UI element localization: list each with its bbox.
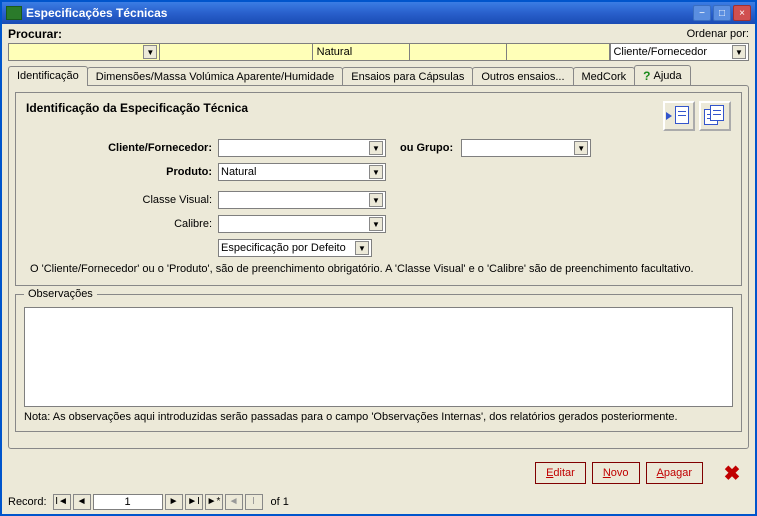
record-label: Record: xyxy=(8,496,47,508)
tab-dimensoes[interactable]: Dimensões/Massa Volúmica Aparente/Humida… xyxy=(87,67,343,86)
search-label: Procurar: xyxy=(8,27,62,41)
chevron-down-icon: ▼ xyxy=(355,241,369,255)
observacoes-fieldset: Observações Nota: As observações aqui in… xyxy=(15,294,742,432)
record-number[interactable]: 1 xyxy=(93,494,163,510)
tab-ajuda-label: Ajuda xyxy=(653,70,681,82)
help-icon: ? xyxy=(643,69,650,83)
tab-ensaios-capsulas[interactable]: Ensaios para Cápsulas xyxy=(342,67,473,86)
order-label: Ordenar por: xyxy=(687,28,749,40)
ident-hint: O 'Cliente/Fornecedor' ou o 'Produto', s… xyxy=(26,263,731,275)
defeito-value: Especificação por Defeito xyxy=(221,242,346,254)
obs-legend: Observações xyxy=(24,288,97,300)
chevron-down-icon: ▼ xyxy=(732,45,746,59)
search-field-1[interactable] xyxy=(160,43,312,61)
record-navigator: Record: I◄ ◄ 1 ► ►I ►* ◄ I of 1 xyxy=(2,492,755,514)
nav-first-button[interactable]: I◄ xyxy=(53,494,71,510)
calibre-label: Calibre: xyxy=(26,218,218,230)
nav-disabled-2: I xyxy=(245,494,263,510)
cliente-label: Cliente/Fornecedor: xyxy=(26,142,218,154)
grupo-dropdown[interactable]: ▼ xyxy=(461,139,591,157)
ident-title: Identificação da Especificação Técnica xyxy=(26,101,248,115)
chevron-down-icon: ▼ xyxy=(369,141,383,155)
editar-button[interactable]: Editar xyxy=(535,462,586,484)
produto-value: Natural xyxy=(221,166,256,178)
nav-prev-button[interactable]: ◄ xyxy=(73,494,91,510)
produto-dropdown[interactable]: Natural ▼ xyxy=(218,163,386,181)
obs-note: Nota: As observações aqui introduzidas s… xyxy=(24,411,733,423)
record-of: of 1 xyxy=(271,496,289,508)
novo-button[interactable]: Novo xyxy=(592,462,640,484)
classe-label: Classe Visual: xyxy=(26,194,218,206)
produto-label: Produto: xyxy=(26,166,218,178)
search-field-3[interactable] xyxy=(410,43,507,61)
nav-disabled-1: ◄ xyxy=(225,494,243,510)
order-dropdown[interactable]: Cliente/Fornecedor ▼ xyxy=(610,43,749,61)
identificacao-fieldset: Identificação da Especificação Técnica C… xyxy=(15,92,742,286)
titlebar: Especificações Técnicas − □ × xyxy=(2,2,755,24)
docs-icon xyxy=(704,105,726,127)
import-button[interactable] xyxy=(663,101,695,131)
obs-textarea[interactable] xyxy=(24,307,733,407)
nav-last-button[interactable]: ►I xyxy=(185,494,203,510)
copy-button[interactable] xyxy=(699,101,731,131)
nav-new-button[interactable]: ►* xyxy=(205,494,223,510)
grupo-label: ou Grupo: xyxy=(400,142,453,154)
apagar-button[interactable]: Apagar xyxy=(646,462,703,484)
close-button[interactable]: × xyxy=(733,5,751,21)
calibre-dropdown[interactable]: ▼ xyxy=(218,215,386,233)
classe-dropdown[interactable]: ▼ xyxy=(218,191,386,209)
tab-panel: Identificação da Especificação Técnica C… xyxy=(8,85,749,449)
order-value: Cliente/Fornecedor xyxy=(613,46,707,58)
window-title: Especificações Técnicas xyxy=(26,6,693,20)
search-field-4[interactable] xyxy=(507,43,611,61)
tab-identificacao[interactable]: Identificação xyxy=(8,66,88,86)
tab-outros-ensaios[interactable]: Outros ensaios... xyxy=(472,67,573,86)
arrow-doc-icon xyxy=(669,106,689,126)
app-icon xyxy=(6,6,22,20)
chevron-down-icon: ▼ xyxy=(369,217,383,231)
minimize-button[interactable]: − xyxy=(693,5,711,21)
nav-next-button[interactable]: ► xyxy=(165,494,183,510)
chevron-down-icon: ▼ xyxy=(369,165,383,179)
chevron-down-icon: ▼ xyxy=(143,45,157,59)
tab-medcork[interactable]: MedCork xyxy=(573,67,636,86)
tab-ajuda[interactable]: ? Ajuda xyxy=(634,65,690,86)
cliente-dropdown[interactable]: ▼ xyxy=(218,139,386,157)
maximize-button[interactable]: □ xyxy=(713,5,731,21)
close-x-button[interactable]: ✖ xyxy=(719,460,745,486)
defeito-dropdown[interactable]: Especificação por Defeito ▼ xyxy=(218,239,372,257)
chevron-down-icon: ▼ xyxy=(369,193,383,207)
search-field-2[interactable]: Natural xyxy=(313,43,410,61)
search-dropdown[interactable]: ▼ xyxy=(8,43,160,61)
chevron-down-icon: ▼ xyxy=(574,141,588,155)
